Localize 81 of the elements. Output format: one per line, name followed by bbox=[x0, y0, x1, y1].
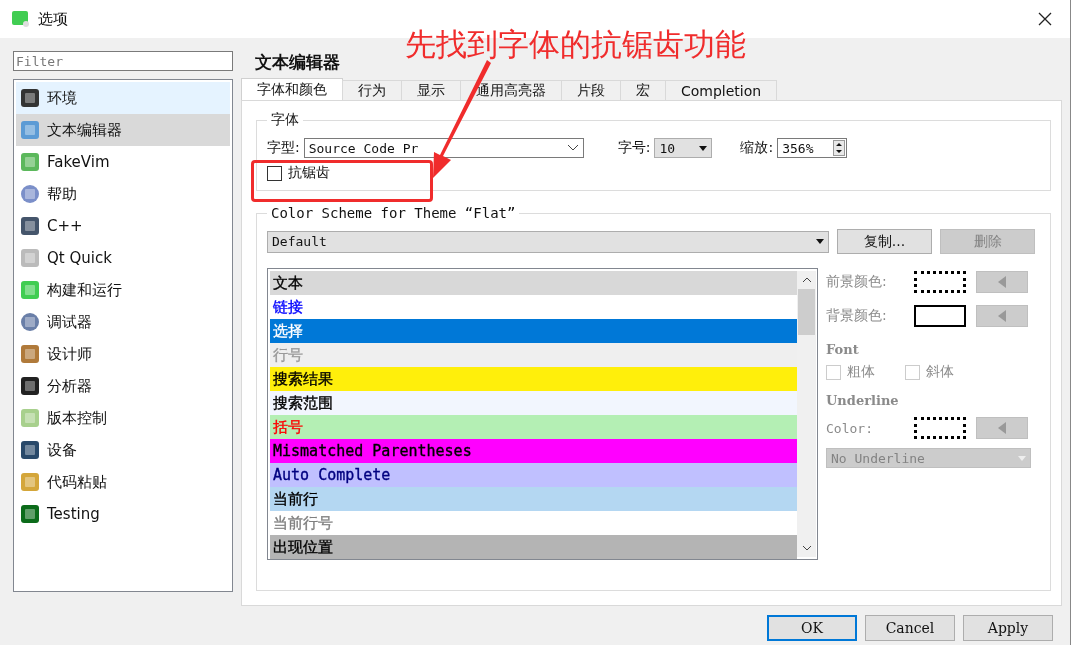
triangle-left-icon bbox=[998, 310, 1006, 322]
tab[interactable]: Completion bbox=[665, 80, 778, 100]
scrollbar[interactable] bbox=[797, 271, 816, 557]
dialog-button[interactable]: OK bbox=[767, 615, 857, 641]
dialog-button[interactable]: Apply bbox=[963, 615, 1053, 641]
sidebar-item[interactable]: 设计师 bbox=[16, 338, 230, 370]
dropdown-arrow-icon bbox=[816, 239, 824, 244]
field-label: 前景颜色: bbox=[826, 273, 888, 291]
spin-arrows-icon[interactable] bbox=[833, 140, 846, 156]
page-title: 文本编辑器 bbox=[254, 51, 341, 74]
zoom-spinbox[interactable]: 356% bbox=[777, 138, 848, 158]
section-heading: Underline bbox=[826, 393, 900, 408]
sidebar-item[interactable]: 分析器 bbox=[16, 370, 230, 402]
font-family-dropdown[interactable]: Source Code Pr bbox=[303, 138, 584, 158]
scheme-item-label: Auto Complete bbox=[273, 466, 391, 484]
scheme-item[interactable]: 出现位置 bbox=[270, 535, 797, 559]
sidebar-item[interactable]: 帮助 bbox=[16, 178, 230, 210]
scheme-item-label: 搜索结果 bbox=[273, 370, 333, 388]
scrollbar-thumb[interactable] bbox=[798, 289, 815, 335]
copy-button[interactable]: 复制... bbox=[837, 229, 932, 254]
scheme-item-label: 当前行 bbox=[273, 490, 318, 508]
scheme-item[interactable]: 搜索结果 bbox=[270, 367, 797, 391]
triangle-left-icon bbox=[998, 422, 1006, 434]
window-title: 选项 bbox=[38, 9, 68, 29]
scroll-down-icon[interactable] bbox=[801, 545, 812, 551]
field-label: 字型: bbox=[267, 139, 300, 157]
sidebar-item[interactable]: 调试器 bbox=[16, 306, 230, 338]
sidebar-item[interactable]: 设备 bbox=[16, 434, 230, 466]
scheme-item[interactable]: 当前行 bbox=[270, 487, 797, 511]
field-label: 背景颜色: bbox=[826, 307, 888, 325]
italic-checkbox[interactable]: 斜体 bbox=[905, 363, 954, 381]
scheme-item[interactable]: Auto Complete bbox=[270, 463, 797, 487]
tab[interactable]: 行为 bbox=[342, 80, 402, 100]
color-swatch[interactable] bbox=[914, 271, 966, 293]
filter-field[interactable]: Filter bbox=[13, 51, 233, 71]
scheme-item[interactable]: 选择 bbox=[270, 319, 797, 343]
dropdown-arrow-icon bbox=[699, 145, 708, 151]
bold-checkbox[interactable]: 粗体 bbox=[826, 363, 875, 381]
group-title: 字体 bbox=[270, 111, 300, 129]
scroll-up-icon[interactable] bbox=[801, 277, 812, 283]
dialog-button[interactable]: Cancel bbox=[865, 615, 955, 641]
sidebar-item[interactable]: 环境 bbox=[16, 82, 230, 114]
scheme-item-label: 出现位置 bbox=[273, 538, 333, 556]
scheme-item-label: 行号 bbox=[273, 346, 303, 364]
sidebar-item[interactable]: Testing bbox=[16, 498, 230, 530]
tab[interactable]: 片段 bbox=[561, 80, 621, 100]
field-label: Color: bbox=[826, 420, 874, 436]
sidebar-item[interactable]: 版本控制 bbox=[16, 402, 230, 434]
chevron-down-icon bbox=[566, 144, 579, 152]
annotation-text: 先找到字体的抗锯齿功能 bbox=[405, 25, 746, 64]
scheme-item-label: 搜索范围 bbox=[273, 394, 333, 412]
color-swatch[interactable] bbox=[914, 417, 966, 439]
dropdown-arrow-icon bbox=[1018, 455, 1026, 461]
sidebar-item[interactable]: Qt Quick bbox=[16, 242, 230, 274]
scheme-item[interactable]: Mismatched Parentheses bbox=[270, 439, 797, 463]
sidebar-item[interactable]: C++ bbox=[16, 210, 230, 242]
sidebar-item[interactable]: 文本编辑器 bbox=[16, 114, 230, 146]
field-label: 缩放: bbox=[740, 139, 774, 157]
triangle-left-icon bbox=[998, 276, 1006, 288]
tab[interactable]: 字体和颜色 bbox=[241, 78, 343, 100]
section-heading: Font bbox=[826, 342, 860, 357]
tab[interactable]: 宏 bbox=[620, 80, 666, 100]
scheme-item-label: 当前行号 bbox=[273, 514, 333, 532]
scheme-dropdown[interactable]: Default bbox=[267, 230, 829, 253]
scheme-item-label: 文本 bbox=[273, 274, 303, 292]
group-title: Color Scheme for Theme “Flat” bbox=[270, 205, 517, 221]
sidebar-item[interactable]: FakeVim bbox=[16, 146, 230, 178]
scheme-item-label: Mismatched Parentheses bbox=[273, 442, 472, 460]
sidebar-item[interactable]: 构建和运行 bbox=[16, 274, 230, 306]
antialias-checkbox[interactable]: 抗锯齿 bbox=[267, 164, 330, 182]
scheme-item[interactable]: 搜索范围 bbox=[270, 391, 797, 415]
scheme-item[interactable]: 文本 bbox=[270, 271, 797, 295]
color-swatch[interactable] bbox=[914, 305, 966, 327]
field-label: 字号: bbox=[617, 139, 651, 157]
scheme-item-label: 选择 bbox=[273, 322, 303, 340]
scheme-item-label: 括号 bbox=[273, 418, 303, 436]
font-size-dropdown[interactable]: 10 bbox=[654, 138, 713, 158]
sidebar-item[interactable]: 代码粘贴 bbox=[16, 466, 230, 498]
tab[interactable]: 显示 bbox=[401, 80, 461, 100]
scheme-item-label: 链接 bbox=[273, 298, 303, 316]
close-icon[interactable] bbox=[1038, 12, 1052, 26]
